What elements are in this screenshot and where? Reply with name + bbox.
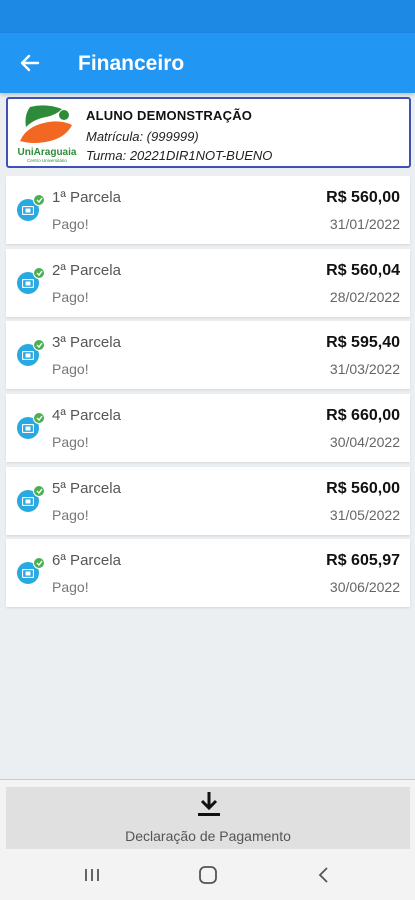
- money-icon: [17, 412, 45, 439]
- installment-label: 6ª Parcela: [52, 552, 121, 569]
- system-nav-bar: [0, 849, 415, 900]
- money-icon: [17, 557, 45, 584]
- svg-text:Centro Universitário: Centro Universitário: [27, 158, 67, 163]
- installment-label: 1ª Parcela: [52, 189, 121, 206]
- installment-amount: R$ 595,40: [326, 334, 400, 351]
- installment-amount: R$ 560,00: [326, 189, 400, 206]
- installment-date: 30/06/2022: [329, 579, 400, 595]
- installment-item-2[interactable]: 2ª Parcela Pago! R$ 560,04 28/02/2022: [6, 249, 410, 317]
- bottom-panel: Declaração de Pagamento: [0, 779, 415, 849]
- student-matricula: Matrícula: (999999): [86, 129, 199, 144]
- installment-label: 5ª Parcela: [52, 480, 121, 497]
- uniaraguaia-logo: UniAraguaia Centro Universitário: [18, 105, 77, 163]
- check-badge-icon: [33, 194, 45, 206]
- installment-label: 2ª Parcela: [52, 262, 121, 279]
- money-icon: [17, 339, 45, 366]
- installment-label: 3ª Parcela: [52, 334, 121, 351]
- installment-status: Pago!: [52, 507, 89, 523]
- installment-date: 31/05/2022: [329, 507, 400, 523]
- installment-label: 4ª Parcela: [52, 407, 121, 424]
- check-badge-icon: [33, 557, 45, 569]
- installment-amount: R$ 660,00: [326, 407, 400, 424]
- check-badge-icon: [33, 485, 45, 497]
- installment-status: Pago!: [52, 216, 89, 232]
- page-title: Financeiro: [78, 52, 185, 75]
- check-badge-icon: [33, 339, 45, 351]
- home-icon: [199, 866, 217, 884]
- arrow-left-icon: [20, 54, 40, 72]
- installment-amount: R$ 560,04: [326, 262, 400, 279]
- installment-item-3[interactable]: 3ª Parcela Pago! R$ 595,40 31/03/2022: [6, 321, 410, 389]
- student-name: ALUNO DEMONSTRAÇÃO: [86, 108, 253, 123]
- installment-status: Pago!: [52, 434, 89, 450]
- installment-date: 31/01/2022: [329, 216, 400, 232]
- check-badge-icon: [33, 267, 45, 279]
- installment-date: 31/03/2022: [329, 361, 400, 377]
- check-badge-icon: [33, 412, 45, 424]
- installment-item-1[interactable]: 1ª Parcela Pago! R$ 560,00 31/01/2022: [6, 176, 410, 244]
- money-icon: [17, 194, 45, 221]
- installment-status: Pago!: [52, 289, 89, 305]
- nav-home-button[interactable]: [195, 862, 221, 888]
- installment-item-6[interactable]: 6ª Parcela Pago! R$ 605,97 30/06/2022: [6, 539, 410, 607]
- money-icon: [17, 485, 45, 512]
- chevron-left-icon: [318, 867, 328, 883]
- installment-date: 28/02/2022: [329, 289, 400, 305]
- download-icon: [198, 792, 220, 816]
- recents-icon: [85, 869, 99, 881]
- declaration-button[interactable]: Declaração de Pagamento: [6, 787, 410, 849]
- app-bar: Financeiro: [0, 33, 415, 93]
- nav-back-button[interactable]: [311, 862, 337, 888]
- installment-status: Pago!: [52, 579, 89, 595]
- student-card: UniAraguaia Centro Universitário ALUNO D…: [6, 97, 411, 168]
- svg-text:UniAraguaia: UniAraguaia: [18, 147, 77, 158]
- back-button[interactable]: [14, 47, 46, 79]
- installment-date: 30/04/2022: [329, 434, 400, 450]
- installment-item-5[interactable]: 5ª Parcela Pago! R$ 560,00 31/05/2022: [6, 467, 410, 535]
- student-turma: Turma: 20221DIR1NOT-BUENO: [86, 148, 273, 163]
- installment-amount: R$ 560,00: [326, 480, 400, 497]
- declaration-label: Declaração de Pagamento: [125, 828, 291, 844]
- installment-amount: R$ 605,97: [326, 552, 400, 569]
- installment-item-4[interactable]: 4ª Parcela Pago! R$ 660,00 30/04/2022: [6, 394, 410, 462]
- status-bar: [0, 0, 415, 33]
- money-icon: [17, 267, 45, 294]
- installment-status: Pago!: [52, 361, 89, 377]
- nav-recents-button[interactable]: [79, 862, 105, 888]
